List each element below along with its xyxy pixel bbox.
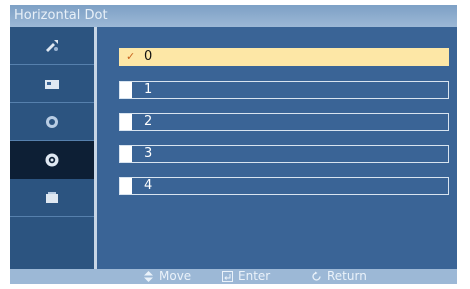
sidebar-item-sound[interactable] — [10, 103, 94, 141]
option-indicator — [120, 114, 132, 130]
window-title: Horizontal Dot — [10, 5, 457, 27]
option-label: 2 — [144, 114, 153, 129]
option-2[interactable]: 2 — [119, 113, 449, 131]
option-label: 0 — [144, 49, 153, 64]
sidebar-item-input[interactable] — [10, 27, 94, 65]
hint-return: Return — [311, 269, 367, 284]
input-icon — [46, 39, 58, 52]
updown-arrows-icon — [144, 271, 153, 282]
option-list: ✓ 0 1 2 3 4 — [97, 27, 457, 269]
option-4[interactable]: 4 — [119, 177, 449, 195]
option-1[interactable]: 1 — [119, 81, 449, 99]
sidebar-item-picture[interactable] — [10, 65, 94, 103]
sound-icon — [46, 115, 58, 128]
setup-gear-icon — [45, 153, 59, 166]
option-indicator — [120, 178, 132, 194]
picture-icon — [45, 79, 59, 89]
option-indicator — [120, 146, 132, 162]
option-indicator — [120, 82, 132, 98]
hint-enter-label: Enter — [238, 269, 271, 283]
osd-window: Horizontal Dot ✓ 0 1 2 3 4 Move Enter Re… — [10, 5, 457, 284]
return-icon — [312, 271, 321, 281]
option-0[interactable]: ✓ 0 — [119, 48, 449, 66]
option-label: 4 — [144, 178, 153, 193]
option-3[interactable]: 3 — [119, 145, 449, 163]
check-icon: ✓ — [126, 50, 136, 63]
enter-icon — [222, 271, 233, 282]
hint-enter: Enter — [222, 269, 270, 284]
hint-move-label: Move — [159, 269, 192, 283]
hint-return-label: Return — [327, 269, 367, 283]
sidebar — [10, 27, 94, 269]
footer-hints: Move Enter Return — [10, 269, 457, 284]
option-label: 1 — [144, 82, 153, 97]
multi-control-icon — [46, 191, 58, 203]
option-label: 3 — [144, 146, 153, 161]
sidebar-item-multi-control[interactable] — [10, 179, 94, 217]
hint-move: Move — [143, 269, 191, 284]
sidebar-item-setup[interactable] — [10, 141, 94, 179]
